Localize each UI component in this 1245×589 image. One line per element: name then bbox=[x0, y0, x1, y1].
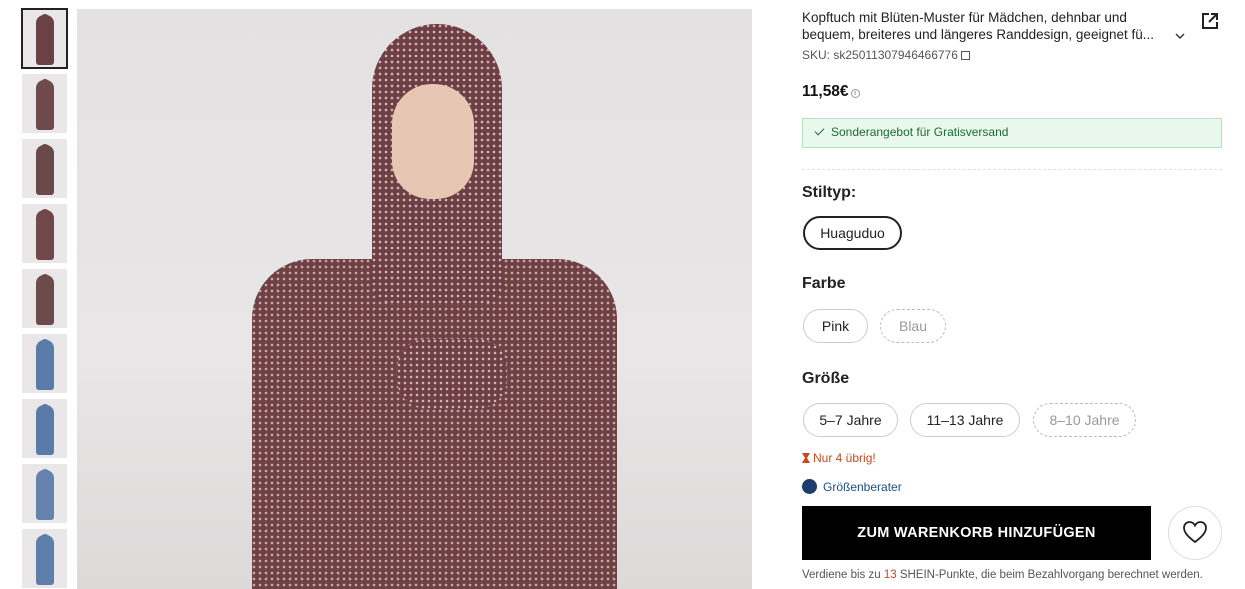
points-info: Verdiene bis zu 13 SHEIN-Punkte, die bei… bbox=[802, 569, 1203, 581]
points-suffix: SHEIN-Punkte, die beim Bezahlvorgang ber… bbox=[896, 569, 1203, 581]
heart-icon bbox=[1183, 520, 1207, 543]
size-advisor-icon bbox=[802, 479, 817, 494]
divider bbox=[802, 169, 1222, 170]
color-option-blau[interactable]: Blau bbox=[880, 309, 946, 343]
main-product-image[interactable] bbox=[77, 9, 752, 589]
thumbnail-head bbox=[39, 469, 50, 481]
sku-line: SKU: sk25011307946466776 bbox=[802, 48, 970, 62]
thumbnail-head bbox=[39, 209, 50, 221]
image-face bbox=[392, 84, 474, 199]
price: 11,58€ i bbox=[802, 83, 860, 101]
image-robe bbox=[252, 259, 617, 589]
thumbnail-head bbox=[39, 144, 50, 156]
product-title: Kopftuch mit Blüten-Muster für Mädchen, … bbox=[802, 10, 1154, 42]
copy-icon[interactable] bbox=[960, 51, 970, 60]
thumbnail-9[interactable] bbox=[22, 529, 67, 588]
price-value: 11,58€ bbox=[802, 83, 849, 100]
hourglass-icon bbox=[802, 453, 810, 463]
points-prefix: Verdiene bis zu bbox=[802, 569, 884, 581]
size-option-11-13[interactable]: 11–13 Jahre bbox=[910, 403, 1020, 437]
thumbnail-8[interactable] bbox=[22, 464, 67, 523]
color-option-pink[interactable]: Pink bbox=[803, 309, 868, 343]
free-shipping-banner: Sonderangebot für Gratisversand bbox=[802, 118, 1222, 148]
info-icon[interactable]: i bbox=[850, 89, 860, 98]
add-to-cart-button[interactable]: ZUM WARENKORB HINZUFÜGEN bbox=[802, 506, 1151, 560]
chevron-down-icon[interactable] bbox=[1174, 30, 1186, 42]
points-number: 13 bbox=[883, 569, 897, 581]
size-label: Größe bbox=[802, 370, 850, 387]
image-hands bbox=[397, 339, 507, 409]
thumbnail-head bbox=[39, 14, 50, 26]
thumbnail-3[interactable] bbox=[22, 139, 67, 198]
sku-text: SKU: sk25011307946466776 bbox=[802, 48, 958, 62]
size-option-5-7[interactable]: 5–7 Jahre bbox=[803, 403, 898, 437]
thumbnail-6[interactable] bbox=[22, 334, 67, 393]
stock-warning: Nur 4 übrig! bbox=[802, 451, 876, 465]
size-option-8-10[interactable]: 8–10 Jahre bbox=[1033, 403, 1136, 437]
thumbnail-7[interactable] bbox=[22, 399, 67, 458]
thumbnail-head bbox=[39, 274, 50, 286]
thumbnail-4[interactable] bbox=[22, 204, 67, 263]
color-label: Farbe bbox=[802, 275, 846, 292]
thumbnail-list bbox=[21, 8, 68, 589]
thumbnail-head bbox=[39, 79, 50, 91]
thumbnail-head bbox=[39, 534, 50, 546]
thumbnail-2[interactable] bbox=[22, 74, 67, 133]
thumbnail-5[interactable] bbox=[22, 269, 67, 328]
style-option-huaguduo[interactable]: Huaguduo bbox=[803, 216, 902, 250]
wishlist-button[interactable] bbox=[1168, 506, 1222, 560]
thumbnail-1[interactable] bbox=[21, 8, 68, 69]
check-icon bbox=[814, 125, 825, 136]
size-advisor-text: Größenberater bbox=[823, 480, 902, 494]
share-icon[interactable] bbox=[1200, 11, 1220, 31]
stock-text: Nur 4 übrig! bbox=[813, 451, 876, 465]
promo-text: Sonderangebot für Gratisversand bbox=[831, 125, 1009, 139]
thumbnail-head bbox=[39, 339, 50, 351]
thumbnail-head bbox=[39, 404, 50, 416]
style-label: Stiltyp: bbox=[802, 184, 857, 201]
size-advisor-link[interactable]: Größenberater bbox=[802, 476, 902, 494]
